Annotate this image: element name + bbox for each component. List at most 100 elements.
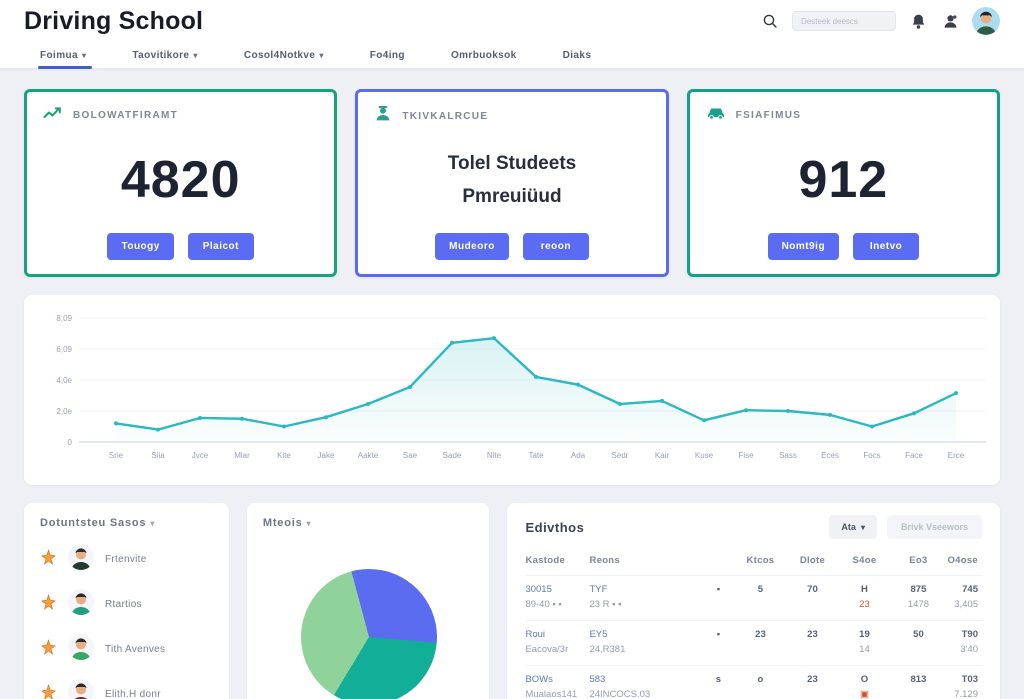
enrollment-line-chart: 8,096,094,0e2,0e0SrieSiiaJvceMlarKiteJak…: [24, 295, 1000, 485]
stat-card-value: 912: [706, 126, 981, 233]
card-buttons: Mudeoro reoon: [374, 233, 649, 260]
nav-item-fo4ing[interactable]: Fo4ing: [370, 42, 405, 69]
stat-card-button[interactable]: Nomt9ig: [768, 233, 840, 260]
table-column-header: [701, 555, 735, 566]
instructor-name: Tith Avenves: [105, 644, 165, 655]
table-column-header: Eo3: [889, 555, 947, 566]
bottom-row: Dotuntsteu Sasos ▾ Frtenvite Rtartios Tith …: [24, 503, 1000, 699]
nav-item-diaks[interactable]: Diaks: [563, 42, 592, 69]
table-column-header: S4oe: [839, 555, 889, 566]
table-row[interactable]: BOWsMualaos14158324INCOCS.03so23O▣813T03…: [525, 666, 982, 699]
table-cell: ▪: [701, 585, 735, 611]
table-cell: 70: [785, 585, 839, 611]
star-badge-icon: [40, 639, 57, 661]
stat-card-text-line: Pmreuiüud: [462, 181, 561, 213]
table-cell[interactable]: 58324INCOCS.03: [589, 675, 701, 699]
search-input[interactable]: [792, 11, 896, 31]
table-cell[interactable]: EY524,R381: [589, 630, 701, 656]
table-cell: T037.129: [947, 675, 982, 699]
student-icon: [374, 105, 392, 128]
instructors-list: Frtenvite Rtartios Tith Avenves Elith.H don…: [40, 537, 213, 699]
table-row[interactable]: 3001589-40 ▪ ▪TYF23 R ▪ ▪▪570H2387514787…: [525, 576, 982, 621]
stat-card-button[interactable]: Inetvo: [853, 233, 919, 260]
instructor-list-item[interactable]: Frtenvite: [40, 537, 213, 582]
svg-text:Focs: Focs: [863, 451, 880, 460]
instructor-avatar: [68, 679, 94, 699]
svg-text:6,09: 6,09: [56, 345, 72, 354]
svg-text:Eces: Eces: [821, 451, 839, 460]
user-avatar[interactable]: [972, 7, 1000, 35]
car-icon: [706, 105, 726, 126]
instructors-panel: Dotuntsteu Sasos ▾ Frtenvite Rtartios Tith …: [24, 503, 229, 699]
table-cell: s: [701, 675, 735, 699]
card-head: Bolowatfiramt: [43, 105, 318, 126]
instructor-name: Rtartios: [105, 599, 142, 610]
chevron-down-icon: ▾: [150, 519, 155, 528]
notifications-bell-icon[interactable]: [908, 11, 928, 31]
stat-card-button[interactable]: reoon: [523, 233, 589, 260]
instructors-panel-title[interactable]: Dotuntsteu Sasos ▾: [40, 517, 213, 529]
table-cell: 23: [785, 675, 839, 699]
distribution-pie-chart: [301, 569, 437, 699]
secondary-action-button[interactable]: Brivk Vseewors: [887, 515, 982, 539]
table-cell[interactable]: RouiEacova/3r: [525, 630, 589, 656]
table-title: Edivthos: [525, 520, 584, 535]
table-toolbar: Edivthos Ata▾ Brivk Vseewors: [525, 515, 982, 539]
filter-dropdown-button[interactable]: Ata▾: [829, 515, 877, 539]
star-badge-icon: [40, 549, 57, 571]
table-cell[interactable]: BOWsMualaos141: [525, 675, 589, 699]
svg-text:Ada: Ada: [571, 451, 586, 460]
nav-item-omrbuoksok[interactable]: Omrbuoksok: [451, 42, 517, 69]
svg-text:Mlar: Mlar: [234, 451, 250, 460]
instructor-list-item[interactable]: Tith Avenves: [40, 627, 213, 672]
main-content: Bolowatfiramt 4820 Touogy Plaicot Tkivka…: [0, 69, 1024, 699]
table-row[interactable]: RouiEacova/3rEY524,R381▪2323191450T903'4…: [525, 621, 982, 666]
stat-card-text: Tolel Studeets Pmreuiüud: [374, 128, 649, 233]
main-nav: Foimua▾Taovitikore▾Cosol4Notkve▾Fo4ingOm…: [0, 42, 1024, 69]
stat-card-label: Fsiafimus: [736, 110, 802, 121]
table-cell[interactable]: TYF23 R ▪ ▪: [589, 585, 701, 611]
stat-card-button[interactable]: Touogy: [107, 233, 173, 260]
stat-card-label: Bolowatfiramt: [73, 110, 178, 121]
nav-item-taovitikore[interactable]: Taovitikore▾: [132, 42, 197, 69]
instructor-name: Frtenvite: [105, 554, 147, 565]
nav-item-label: Cosol4Notkve: [244, 50, 316, 61]
star-badge-icon: [40, 594, 57, 616]
stat-card-value: 4820: [43, 126, 318, 233]
svg-text:Jake: Jake: [318, 451, 335, 460]
table-cell: 50: [889, 630, 947, 656]
table-cell: 7453,405: [947, 585, 982, 611]
svg-text:Nite: Nite: [487, 451, 502, 460]
user-settings-icon[interactable]: [940, 11, 960, 31]
nav-item-cosol4notkve[interactable]: Cosol4Notkve▾: [244, 42, 324, 69]
svg-text:Erce: Erce: [948, 451, 965, 460]
chevron-down-icon: ▾: [319, 51, 323, 60]
nav-item-label: Foimua: [40, 50, 78, 61]
table-body: 3001589-40 ▪ ▪TYF23 R ▪ ▪▪570H2387514787…: [525, 576, 982, 699]
table-cell: 8751478: [889, 585, 947, 611]
stat-card: Tkivkalrcue Tolel Studeets Pmreuiüud Mud…: [355, 89, 668, 277]
nav-item-label: Taovitikore: [132, 50, 189, 61]
stat-card-label: Tkivkalrcue: [402, 111, 488, 122]
top-bar: Driving School: [0, 0, 1024, 42]
instructor-list-item[interactable]: Elith.H donr: [40, 672, 213, 699]
instructor-list-item[interactable]: Rtartios: [40, 582, 213, 627]
svg-text:Kair: Kair: [655, 451, 670, 460]
table-cell: 813: [889, 675, 947, 699]
stat-card-button[interactable]: Plaicot: [188, 233, 254, 260]
table-cell: ▪: [701, 630, 735, 656]
panel-title-label: Dotuntsteu Sasos: [40, 517, 146, 529]
stat-card-button[interactable]: Mudeoro: [435, 233, 509, 260]
table-column-header: Kastode: [525, 555, 589, 566]
table-cell: 1914: [839, 630, 889, 656]
nav-item-foimua[interactable]: Foimua▾: [40, 42, 86, 69]
search-icon[interactable]: [760, 11, 780, 31]
table-cell[interactable]: 3001589-40 ▪ ▪: [525, 585, 589, 611]
svg-text:Siia: Siia: [151, 451, 165, 460]
table-cell: 5: [735, 585, 785, 611]
table-column-header: O4ose: [947, 555, 982, 566]
pie-panel-title[interactable]: Mteois▾: [263, 517, 474, 529]
table-cell: O▣: [839, 675, 889, 699]
app-title: Driving School: [24, 7, 203, 36]
records-table-panel: Edivthos Ata▾ Brivk Vseewors KastodeReon…: [507, 503, 1000, 699]
